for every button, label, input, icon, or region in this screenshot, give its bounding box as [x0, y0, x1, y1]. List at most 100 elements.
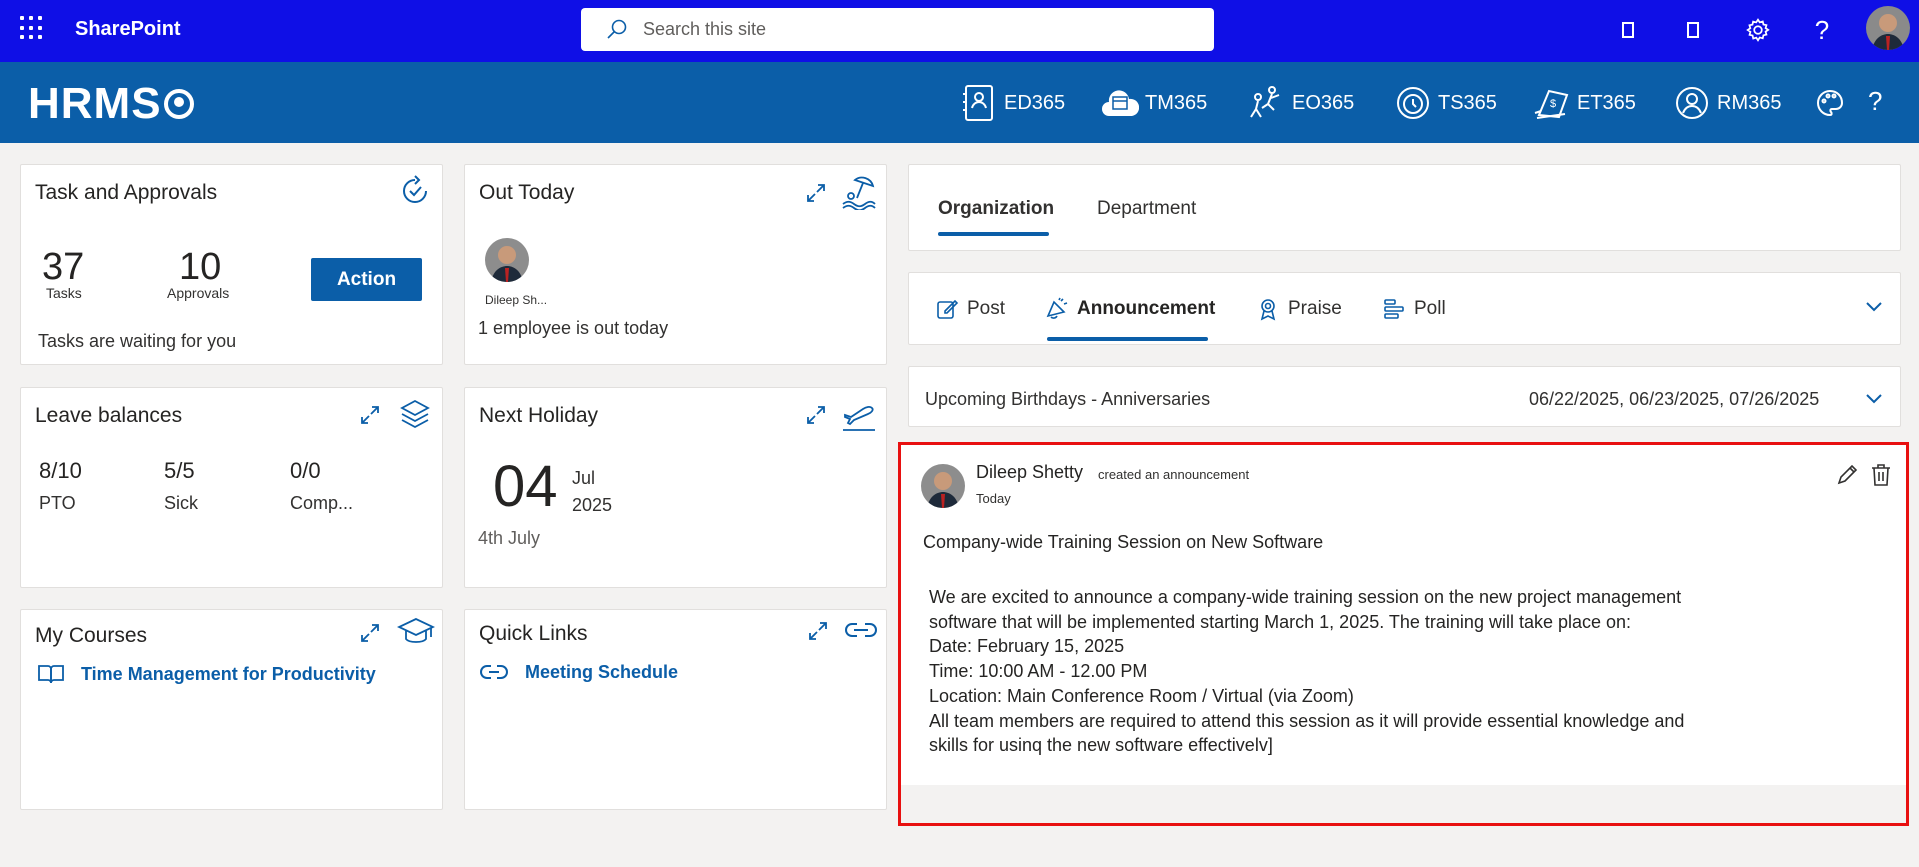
chevron-down-icon[interactable]	[1864, 300, 1884, 314]
birthdays-bar[interactable]: Upcoming Birthdays - Anniversaries 06/22…	[908, 366, 1901, 427]
announcement-line: We are excited to announce a company-wid…	[929, 587, 1682, 607]
svg-text:$: $	[1550, 98, 1556, 110]
announcement-line: skills for usinq the new software effect…	[929, 735, 1273, 756]
card-title: Quick Links	[479, 622, 588, 645]
airplane-icon	[843, 406, 875, 431]
square-icon[interactable]	[1614, 16, 1642, 44]
approvals-count[interactable]: 10	[179, 246, 221, 289]
course-link[interactable]: Time Management for Productivity	[81, 664, 376, 685]
help-icon[interactable]: ?	[1808, 15, 1836, 45]
tasks-footer: Tasks are waiting for you	[38, 331, 237, 351]
module-ts365[interactable]: TS365	[1394, 84, 1497, 122]
module-rm365[interactable]: RM365	[1673, 84, 1781, 122]
people-jump-icon	[1248, 84, 1286, 122]
card-title: Next Holiday	[479, 404, 599, 427]
person-name[interactable]: Dileep Sh...	[485, 293, 547, 307]
hrms-header: HRMS ED365 TM365 EO365 TS365 $ ET365 RM3…	[0, 62, 1919, 143]
square-icon[interactable]	[1679, 16, 1707, 44]
active-tab-indicator	[1047, 337, 1208, 341]
expand-icon[interactable]	[359, 404, 381, 426]
tab-department[interactable]: Department	[1097, 198, 1196, 220]
post-tabs-card: Post Announcement Praise Poll	[908, 272, 1901, 345]
pto-label: PTO	[39, 493, 76, 513]
poll-icon	[1384, 299, 1404, 319]
refresh-check-icon[interactable]	[399, 175, 431, 207]
tab-poll[interactable]: Poll	[1382, 297, 1446, 321]
expand-icon[interactable]	[805, 182, 827, 204]
holiday-month: Jul	[572, 468, 596, 488]
tab-post[interactable]: Post	[935, 297, 1005, 321]
link-icon	[480, 665, 508, 679]
expand-icon[interactable]	[807, 620, 829, 642]
help-icon[interactable]: ?	[1868, 86, 1898, 116]
app-launcher-icon[interactable]	[20, 16, 44, 40]
search-input[interactable]: Search this site	[643, 19, 766, 40]
edit-icon[interactable]	[1835, 463, 1859, 487]
pto-value[interactable]: 8/10	[39, 458, 82, 484]
tasks-count[interactable]: 37	[42, 246, 84, 289]
tasks-card: Task and Approvals 37 Tasks 10 Approvals…	[20, 164, 443, 365]
comp-label: Comp...	[290, 493, 354, 513]
card-title: Out Today	[479, 181, 575, 204]
suite-bar: SharePoint Search this site ?	[0, 0, 1919, 62]
announcement-author[interactable]: Dileep Shetty	[976, 462, 1083, 483]
next-holiday-card: Next Holiday 04 Jul 2025 4th July	[464, 387, 887, 588]
announcement-body: We are excited to announce a company-wid…	[929, 585, 1684, 758]
book-icon	[38, 665, 64, 684]
user-circle-icon	[1673, 84, 1711, 122]
beach-icon	[842, 176, 876, 210]
tab-announcement[interactable]: Announcement	[1045, 297, 1215, 321]
comp-value[interactable]: 0/0	[290, 458, 321, 484]
expand-icon[interactable]	[805, 404, 827, 426]
holiday-day: 04	[493, 454, 558, 519]
chevron-down-icon[interactable]	[1864, 392, 1884, 406]
module-eo365[interactable]: EO365	[1248, 84, 1354, 122]
hrms-logo[interactable]: HRMS	[28, 79, 194, 129]
module-et365[interactable]: $ ET365	[1533, 84, 1636, 122]
announcement-card: Dileep Shetty created an announcement To…	[898, 442, 1909, 826]
quick-links-card: Quick Links Meeting Schedule	[464, 609, 887, 810]
card-title: Leave balances	[35, 404, 183, 427]
tab-praise[interactable]: Praise	[1256, 297, 1342, 321]
tasks-label: Tasks	[46, 285, 82, 301]
sick-value[interactable]: 5/5	[164, 458, 195, 484]
quick-link[interactable]: Meeting Schedule	[525, 662, 678, 683]
delete-icon[interactable]	[1870, 463, 1892, 487]
leave-balances-card: Leave balances 8/10 PTO 5/5 Sick 0/0 Com…	[20, 387, 443, 588]
edit-icon	[937, 299, 959, 319]
announcement-line: software that will be implemented starti…	[929, 611, 1632, 632]
app-name[interactable]: SharePoint	[75, 18, 181, 41]
logo-badge-icon	[163, 89, 194, 119]
search-box[interactable]: Search this site	[581, 8, 1214, 51]
sick-label: Sick	[164, 493, 199, 513]
avatar[interactable]	[1866, 6, 1910, 50]
announcement-line: All team members are required to attend …	[929, 710, 1685, 731]
avatar[interactable]	[921, 464, 965, 508]
palette-icon[interactable]	[1815, 88, 1845, 118]
announcement-footer	[901, 785, 1906, 823]
megaphone-icon	[1046, 297, 1068, 319]
scope-tabs-card: Organization Department	[908, 164, 1901, 251]
announcement-line: Location: Main Conference Room / Virtual…	[929, 685, 1354, 706]
birthdays-label: Upcoming Birthdays - Anniversaries	[925, 389, 1211, 409]
action-button[interactable]: Action	[311, 258, 422, 301]
search-icon	[607, 19, 627, 39]
module-ed365[interactable]: ED365	[960, 84, 1065, 122]
link-icon	[845, 623, 877, 637]
my-courses-card: My Courses Time Management for Productiv…	[20, 609, 443, 810]
settings-icon[interactable]	[1744, 16, 1772, 44]
badge-icon	[1260, 299, 1276, 321]
tab-organization[interactable]: Organization	[938, 198, 1054, 220]
avatar[interactable]	[485, 238, 529, 282]
approvals-label: Approvals	[167, 285, 230, 301]
announcement-title: Company-wide Training Session on New Sof…	[923, 532, 1324, 552]
clock-icon	[1394, 84, 1432, 122]
card-title: Task and Approvals	[35, 181, 218, 204]
expand-icon[interactable]	[359, 622, 381, 644]
out-today-summary: 1 employee is out today	[478, 318, 669, 338]
birthdays-dates: 06/22/2025, 06/23/2025, 07/26/2025	[1529, 389, 1820, 409]
announcement-line: Date: February 15, 2025	[929, 636, 1125, 657]
holiday-year: 2025	[572, 495, 613, 515]
out-today-card: Out Today Dileep Sh... 1 employee is out…	[464, 164, 887, 365]
module-tm365[interactable]: TM365	[1101, 84, 1207, 122]
